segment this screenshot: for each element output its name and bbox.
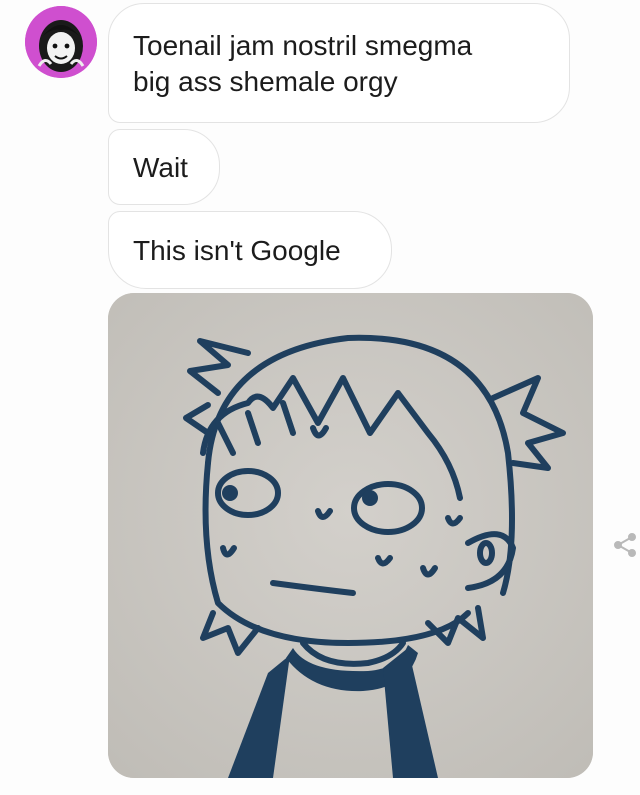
- cartoon-drawing-image: [108, 293, 593, 778]
- avatar-image: [25, 6, 97, 78]
- message-text: Wait: [133, 152, 188, 183]
- sender-avatar[interactable]: [25, 6, 97, 78]
- message-text-line: big ass shemale orgy: [133, 66, 398, 97]
- share-icon[interactable]: [612, 532, 638, 558]
- message-text: This isn't Google: [133, 235, 341, 266]
- image-message[interactable]: [108, 293, 593, 778]
- message-text-line: Toenail jam nostril smegma: [133, 30, 473, 61]
- share-icon-glyph: [614, 533, 636, 557]
- message-bubble-1[interactable]: Toenail jam nostril smegma big ass shema…: [108, 3, 570, 123]
- message-bubble-2[interactable]: Wait: [108, 129, 220, 205]
- message-bubble-3[interactable]: This isn't Google: [108, 211, 392, 289]
